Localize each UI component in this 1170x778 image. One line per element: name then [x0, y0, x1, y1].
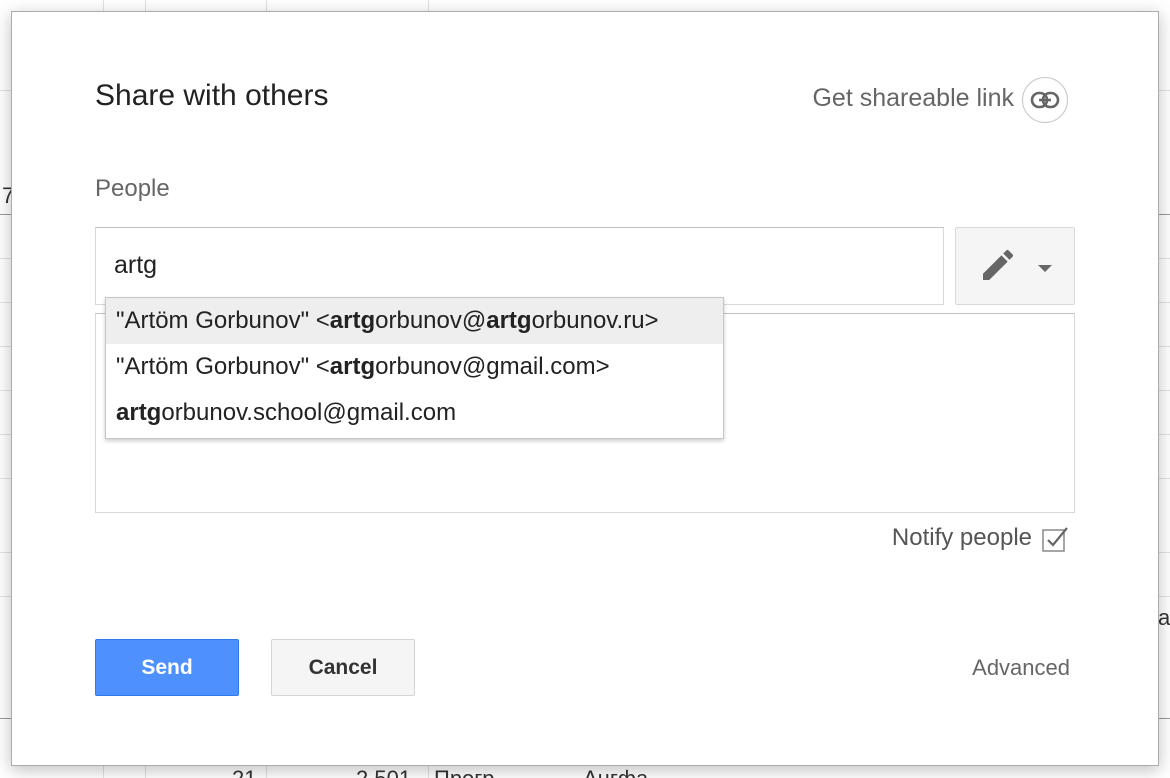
chevron-down-icon: [1038, 265, 1052, 272]
advanced-link[interactable]: Advanced: [972, 655, 1070, 681]
dialog-title: Share with others: [95, 79, 329, 112]
permission-dropdown[interactable]: [955, 227, 1075, 305]
bg-cell: Ангфа: [583, 766, 648, 778]
suggestion-item[interactable]: "Artöm Gorbunov" <artgorbunov@gmail.com>: [106, 344, 723, 390]
bg-cell: 2 501: [356, 766, 411, 778]
suggestion-item[interactable]: artgorbunov.school@gmail.com: [106, 390, 723, 436]
autocomplete-dropdown: "Artöm Gorbunov" <artgorbunov@artgorbuno…: [105, 297, 724, 439]
bg-cell: 21: [232, 766, 256, 778]
people-input[interactable]: artg: [95, 227, 944, 305]
send-button[interactable]: Send: [95, 639, 239, 696]
bg-cell: Прогр: [434, 766, 495, 778]
notify-checkbox[interactable]: [1042, 525, 1068, 552]
link-icon[interactable]: [1022, 77, 1068, 123]
people-label: People: [95, 175, 170, 202]
get-shareable-link[interactable]: Get shareable link: [812, 84, 1014, 113]
suggestion-item[interactable]: "Artöm Gorbunov" <artgorbunov@artgorbuno…: [106, 298, 723, 344]
share-dialog: Share with others Get shareable link Peo…: [11, 11, 1159, 766]
notify-people-label: Notify people: [891, 524, 1032, 551]
pencil-icon: [978, 245, 1018, 290]
cancel-button[interactable]: Cancel: [271, 639, 415, 696]
notify-people-toggle[interactable]: Notify people: [892, 524, 1068, 552]
bg-fragment-right: a: [1158, 605, 1170, 630]
